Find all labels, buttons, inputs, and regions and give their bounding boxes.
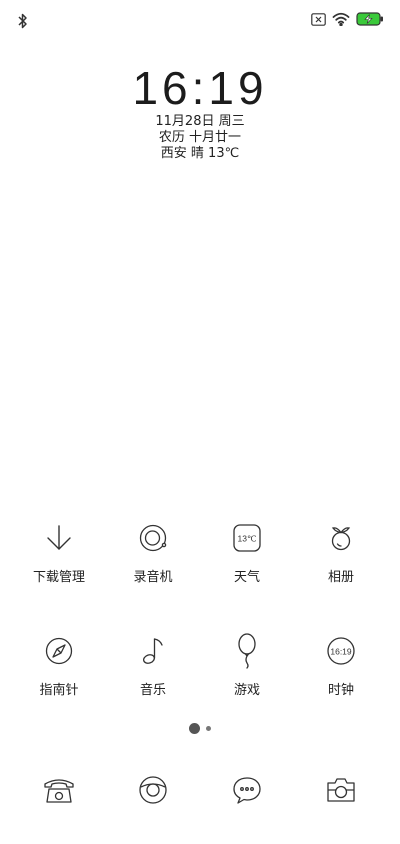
app-download-manager[interactable]: 下载管理 (12, 520, 106, 586)
clock-icon: 16:19 (323, 633, 359, 669)
app-music[interactable]: 音乐 (106, 633, 200, 699)
recorder-icon (135, 520, 171, 556)
compass-icon (41, 633, 77, 669)
balloon-icon (229, 633, 265, 669)
phone-icon (41, 772, 77, 808)
app-label: 相册 (327, 570, 354, 585)
weather-icon: 13℃ (229, 520, 265, 556)
clock-time: 16:19 (132, 62, 268, 114)
app-label: 音乐 (139, 683, 166, 698)
camera-icon (323, 772, 359, 808)
clock-widget[interactable]: 16:19 11月28日 周三 农历 十月廿一 西安 晴 13℃ (0, 62, 400, 162)
battery-charging-icon (356, 12, 384, 26)
music-icon (135, 633, 171, 669)
app-label: 游戏 (233, 683, 260, 698)
no-sim-icon (311, 12, 326, 26)
app-clock[interactable]: 16:19 时钟 (294, 633, 388, 699)
wifi-icon (332, 12, 350, 26)
app-games[interactable]: 游戏 (200, 633, 294, 699)
app-recorder[interactable]: 录音机 (106, 520, 200, 586)
dock-phone[interactable] (12, 772, 106, 808)
app-grid-row-1: 下载管理 录音机 13℃ 天气 相册 (12, 520, 388, 586)
app-label: 指南针 (39, 683, 79, 698)
app-weather[interactable]: 13℃ 天气 (200, 520, 294, 586)
status-bar (0, 0, 400, 40)
dock-messages[interactable] (200, 772, 294, 808)
clock-lunar-date: 农历 十月廿一 (158, 130, 242, 145)
app-grid-row-2: 指南针 音乐 游戏 16:19 时钟 (12, 633, 388, 699)
clock-icon-text: 16:19 (330, 647, 352, 657)
app-gallery[interactable]: 相册 (294, 520, 388, 586)
app-label: 下载管理 (32, 570, 85, 585)
dock-browser[interactable] (106, 772, 200, 808)
messages-icon (229, 772, 265, 808)
app-compass[interactable]: 指南针 (12, 633, 106, 699)
weather-icon-text: 13℃ (237, 534, 256, 544)
status-icons (311, 12, 384, 26)
page-dot (206, 726, 211, 731)
dock-camera[interactable] (294, 772, 388, 808)
clock-weather: 西安 晴 13℃ (160, 146, 240, 161)
download-icon (41, 520, 77, 556)
gallery-icon (323, 520, 359, 556)
dock (12, 772, 388, 808)
page-indicator[interactable] (0, 723, 400, 734)
app-label: 天气 (233, 570, 260, 585)
bluetooth-icon (16, 12, 30, 30)
page-dot-active (189, 723, 200, 734)
app-label: 时钟 (327, 683, 354, 698)
app-label: 录音机 (133, 570, 173, 585)
browser-icon (135, 772, 171, 808)
clock-date: 11月28日 周三 (155, 114, 245, 129)
